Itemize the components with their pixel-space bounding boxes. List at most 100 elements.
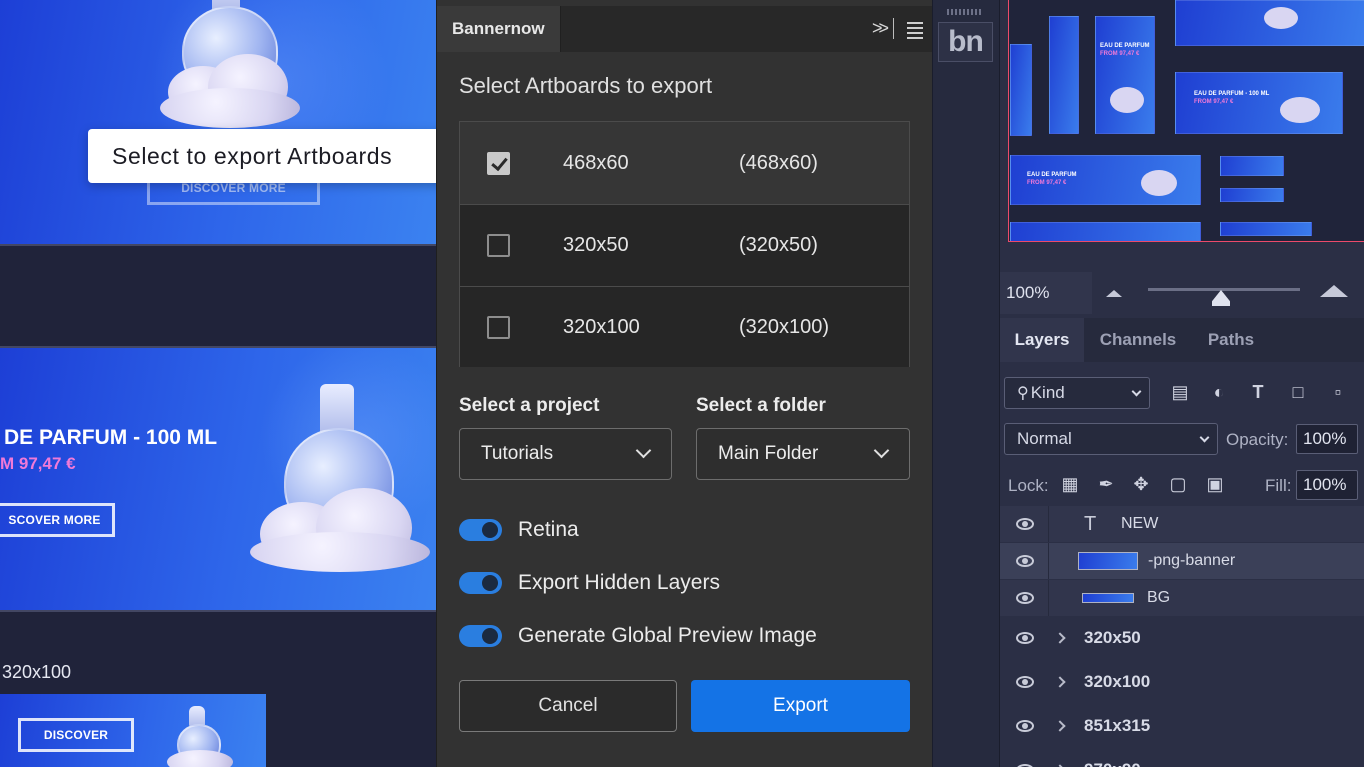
blend-mode-select[interactable]: Normal bbox=[1004, 423, 1218, 455]
artboard-checkbox[interactable] bbox=[487, 234, 510, 257]
section-title: Select Artboards to export bbox=[459, 73, 713, 98]
discover-button: DISCOVER bbox=[18, 718, 134, 752]
artboard-canvas[interactable]: DISCOVER MORE DE PARFUM - 100 ML M 97,47… bbox=[0, 0, 436, 767]
tab-layers[interactable]: Layers bbox=[1000, 318, 1084, 362]
layer-group-row[interactable]: 851x315 bbox=[1000, 704, 1364, 748]
panel-menu-icon[interactable] bbox=[907, 22, 923, 42]
smart-object-filter-icon[interactable]: ▫ bbox=[1327, 381, 1349, 403]
mini-artboard bbox=[1220, 222, 1312, 236]
blend-mode-value: Normal bbox=[1017, 429, 1072, 448]
zoom-value[interactable]: 100% bbox=[1000, 272, 1092, 314]
mini-artboard: EAU DE PARFUM FROM 97,47 € bbox=[1010, 155, 1201, 205]
eye-visibility-icon[interactable] bbox=[1016, 632, 1034, 644]
zoom-in-icon[interactable] bbox=[1320, 285, 1348, 297]
tab-bannernow[interactable]: Bannernow bbox=[437, 6, 561, 52]
chevron-right-icon[interactable] bbox=[1054, 720, 1066, 732]
preview-image-option: Generate Global Preview Image bbox=[459, 621, 817, 651]
lock-pixels-brush-icon[interactable]: ✒ bbox=[1095, 473, 1117, 495]
grip-handle[interactable] bbox=[947, 9, 983, 15]
folder-select[interactable]: Main Folder bbox=[696, 428, 910, 480]
zoom-out-icon[interactable] bbox=[1106, 290, 1122, 297]
retina-label: Retina bbox=[518, 518, 579, 541]
opacity-label: Opacity: bbox=[1226, 430, 1289, 449]
chevron-right-icon[interactable] bbox=[1054, 676, 1066, 688]
layer-name: -png-banner bbox=[1148, 552, 1236, 569]
artboard-row[interactable]: 468x60 (468x60) bbox=[460, 122, 909, 204]
tab-paths[interactable]: Paths bbox=[1192, 318, 1270, 362]
chevron-down-icon bbox=[1199, 432, 1210, 443]
artboard-checkbox[interactable] bbox=[487, 316, 510, 339]
hidden-layers-option: Export Hidden Layers bbox=[459, 568, 720, 598]
preview-image-label: Generate Global Preview Image bbox=[518, 624, 817, 647]
layer-group-row[interactable]: 320x100 bbox=[1000, 660, 1364, 704]
eye-visibility-icon[interactable] bbox=[1016, 676, 1034, 688]
layer-name: NEW bbox=[1121, 515, 1159, 532]
export-button[interactable]: Export bbox=[691, 680, 910, 732]
mini-cloud-image bbox=[1280, 97, 1320, 123]
project-select-value: Tutorials bbox=[481, 443, 554, 464]
chevron-right-icon[interactable] bbox=[1054, 632, 1066, 644]
folder-select-value: Main Folder bbox=[718, 443, 819, 464]
lock-artboard-icon[interactable]: ▢ bbox=[1167, 473, 1189, 495]
artboard-name: 468x60 bbox=[563, 151, 629, 174]
zoom-slider-thumb[interactable] bbox=[1212, 290, 1230, 306]
image-filter-icon[interactable]: ▤ bbox=[1169, 381, 1191, 403]
eye-visibility-icon[interactable] bbox=[1016, 720, 1034, 732]
bannernow-logo-button[interactable]: bn bbox=[938, 22, 993, 62]
panel-header: Bannernow >> bbox=[437, 6, 933, 52]
hidden-layers-toggle[interactable] bbox=[459, 572, 502, 594]
tab-channels[interactable]: Channels bbox=[1088, 318, 1188, 362]
layer-row[interactable]: T NEW bbox=[1000, 506, 1364, 542]
mini-artboard: EAU DE PARFUM - 100 ML FROM 97,47 € bbox=[1175, 72, 1343, 134]
layer-group-row[interactable]: 320x50 bbox=[1000, 616, 1364, 660]
layer-row[interactable]: BG bbox=[1000, 580, 1364, 616]
project-select[interactable]: Tutorials bbox=[459, 428, 672, 480]
mini-artboard bbox=[1175, 0, 1364, 46]
expand-icon[interactable]: >> bbox=[872, 18, 889, 39]
layer-group-row[interactable]: 970x90 bbox=[1000, 748, 1364, 767]
preview-image-toggle[interactable] bbox=[459, 625, 502, 647]
kind-filter-select[interactable]: ⚲ Kind bbox=[1004, 377, 1150, 409]
hidden-layers-label: Export Hidden Layers bbox=[518, 571, 720, 594]
mini-price: FROM 97,47 € bbox=[1194, 99, 1234, 105]
zoom-slider[interactable] bbox=[1148, 288, 1300, 291]
artboard-row[interactable]: 320x50 (320x50) bbox=[460, 204, 909, 286]
opacity-field[interactable]: 100% bbox=[1296, 424, 1358, 454]
banner-468x60-preview: DISCOVER MORE bbox=[0, 0, 436, 244]
adjustment-filter-icon[interactable]: ◐ bbox=[1208, 381, 1230, 403]
divider bbox=[1048, 506, 1049, 542]
perfume-bottle-image bbox=[250, 384, 435, 574]
eye-visibility-icon[interactable] bbox=[1016, 592, 1034, 604]
retina-toggle[interactable] bbox=[459, 519, 502, 541]
eye-visibility-icon[interactable] bbox=[1016, 518, 1034, 530]
mini-price: FROM 97,47 € bbox=[1100, 51, 1140, 57]
artboard-row[interactable]: 320x100 (320x100) bbox=[460, 286, 909, 367]
artboard-name: 320x100 bbox=[563, 316, 640, 338]
layers-tabs: Layers Channels Paths bbox=[1000, 318, 1364, 362]
mini-artboard bbox=[1220, 156, 1284, 176]
lock-label: Lock: bbox=[1008, 476, 1049, 495]
type-filter-icon[interactable]: T bbox=[1247, 381, 1269, 403]
layer-row[interactable]: -png-banner bbox=[1000, 543, 1364, 579]
cancel-button[interactable]: Cancel bbox=[459, 680, 677, 732]
export-tooltip: Select to export Artboards bbox=[88, 129, 436, 183]
fill-field[interactable]: 100% bbox=[1296, 470, 1358, 500]
mini-headline: EAU DE PARFUM bbox=[1100, 43, 1150, 49]
layer-name: BG bbox=[1147, 589, 1171, 606]
chevron-down-icon bbox=[873, 442, 890, 459]
navigator-preview[interactable]: EAU DE PARFUM FROM 97,47 € EAU DE PARFUM… bbox=[1008, 0, 1364, 242]
lock-position-move-icon[interactable]: ✥ bbox=[1130, 473, 1152, 495]
banner-headline: DE PARFUM - 100 ML bbox=[4, 426, 218, 449]
mini-artboard bbox=[1049, 16, 1079, 134]
eye-visibility-icon[interactable] bbox=[1016, 555, 1034, 567]
bannernow-panel: Bannernow >> Select Artboards to export … bbox=[436, 0, 933, 767]
lock-all-icon[interactable]: ▣ bbox=[1204, 473, 1226, 495]
layer-thumbnail bbox=[1078, 552, 1138, 570]
mini-cloud-image bbox=[1110, 87, 1144, 113]
shape-filter-icon[interactable]: □ bbox=[1287, 381, 1309, 403]
artboard-checkbox[interactable] bbox=[487, 151, 510, 175]
chevron-down-icon bbox=[635, 442, 652, 459]
lock-transparency-icon[interactable]: ▦ bbox=[1059, 473, 1081, 495]
layers-list: T NEW -png-banner BG 320x50 320x100 851x… bbox=[1000, 506, 1364, 767]
fill-label: Fill: bbox=[1265, 476, 1292, 495]
